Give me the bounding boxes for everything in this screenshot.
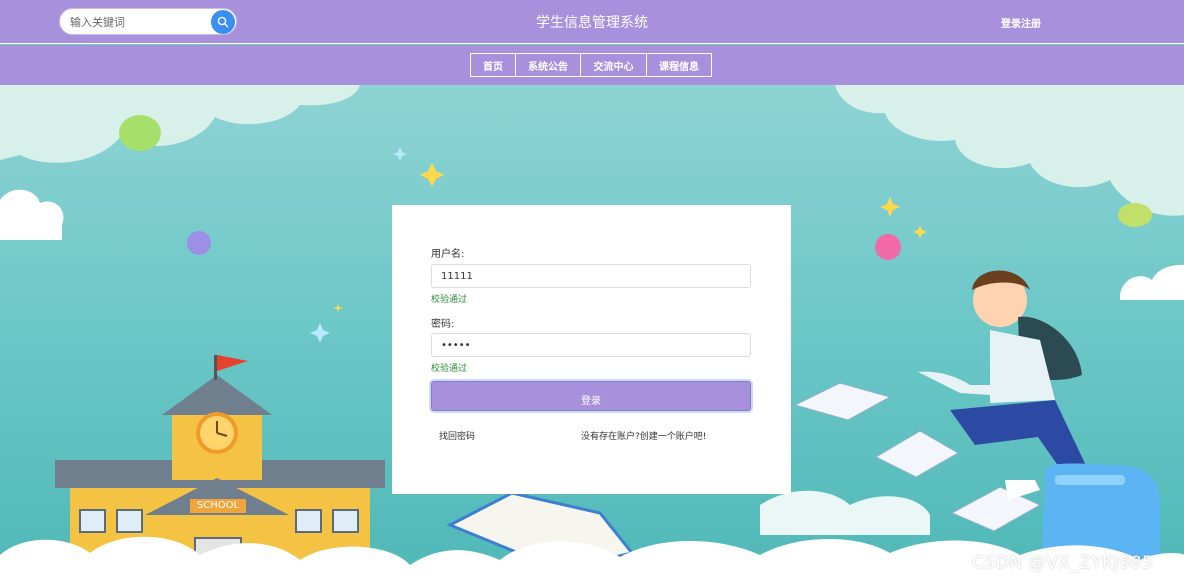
green-balloon [119, 115, 161, 151]
pink-ball [875, 234, 901, 260]
register-link[interactable]: 没有存在账户?创建一个账户吧! [581, 429, 706, 442]
purple-ball [187, 231, 211, 255]
top-header: 学生信息管理系统 登录注册 [0, 0, 1184, 44]
login-button[interactable]: 登录 [431, 381, 751, 411]
nav-item-forum[interactable]: 交流中心 [580, 53, 647, 77]
background-illustration: 用户名: 校验通过 密码: 校验通过 登录 找回密码 没有存在账户?创建一个账户… [0, 85, 1184, 584]
password-validation-message: 校验通过 [431, 364, 468, 374]
watermark: CSDN @VX_ZYKJ985 [972, 553, 1154, 573]
login-register-link[interactable]: 登录注册 [1001, 15, 1041, 30]
login-card: 用户名: 校验通过 密码: 校验通过 登录 找回密码 没有存在账户?创建一个账户… [392, 205, 791, 494]
nav-item-home[interactable]: 首页 [470, 53, 516, 77]
password-input[interactable] [431, 333, 751, 357]
nav-menu: 首页 系统公告 交流中心 课程信息 [470, 53, 712, 77]
username-input[interactable] [431, 264, 751, 288]
nav-item-courses[interactable]: 课程信息 [646, 53, 712, 77]
school-sign: SCHOOL [190, 499, 246, 513]
username-validation-message: 校验通过 [431, 295, 468, 305]
nav-item-announcements[interactable]: 系统公告 [515, 53, 581, 77]
yellow-green-ball [1118, 203, 1152, 227]
forgot-password-link[interactable]: 找回密码 [439, 429, 475, 442]
username-label: 用户名: [431, 249, 465, 260]
password-label: 密码: [431, 319, 455, 330]
main-navbar: 首页 系统公告 交流中心 课程信息 [0, 45, 1184, 85]
